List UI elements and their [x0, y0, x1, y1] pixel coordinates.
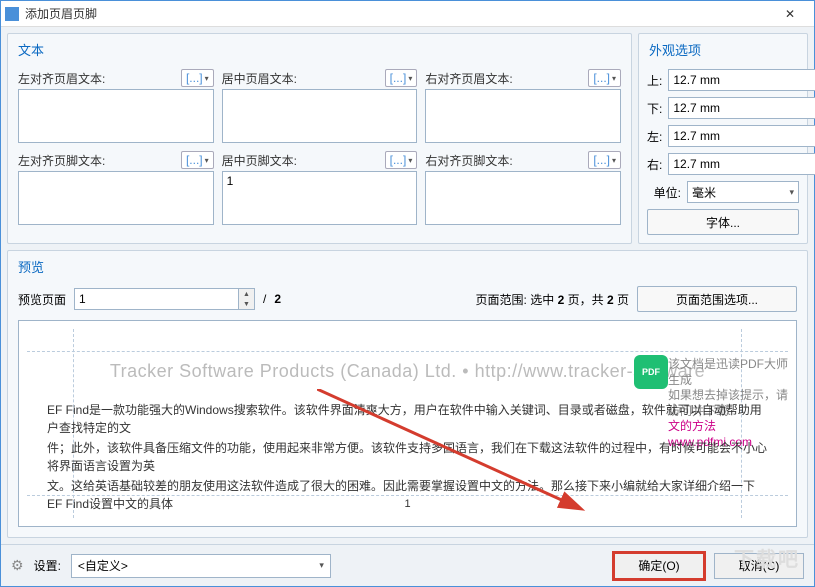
label-header-right: 右对齐页眉文本:	[425, 70, 512, 87]
input-margin-right[interactable]	[668, 153, 815, 175]
label-footer-center: 居中页脚文本:	[222, 152, 297, 169]
text-panel: 文本 左对齐页眉文本: [...]▾ 居中页眉文本: [...]▾	[7, 33, 632, 244]
preview-page: Tracker Software Products (Canada) Ltd. …	[27, 329, 788, 518]
input-margin-top[interactable]	[668, 69, 815, 91]
macro-btn-footer-left[interactable]: [...]▾	[181, 151, 214, 169]
appearance-panel: 外观选项 上: ▲▼ 下: ▲▼	[638, 33, 808, 244]
chevron-down-icon: ▾	[612, 156, 616, 165]
dialog-footer: ⚙ 设置: <自定义> ▾ 确定(O) 取消(C)	[1, 544, 814, 586]
page-range-options-button[interactable]: 页面范围选项...	[637, 286, 797, 312]
window-title: 添加页眉页脚	[25, 5, 770, 22]
macro-btn-header-right[interactable]: [...]▾	[588, 69, 621, 87]
input-footer-right[interactable]	[425, 171, 621, 225]
preview-header: 预览	[8, 251, 807, 282]
dialog-body: 文本 左对齐页眉文本: [...]▾ 居中页眉文本: [...]▾	[1, 27, 814, 544]
unit-select[interactable]: 毫米 ▾	[687, 181, 799, 203]
text-panel-body: 左对齐页眉文本: [...]▾ 居中页眉文本: [...]▾	[8, 65, 631, 235]
site-watermark: 下载吧	[734, 543, 800, 572]
appearance-body: 上: ▲▼ 下: ▲▼ 左:	[639, 65, 807, 243]
spin-margin-bottom[interactable]: ▲▼	[668, 97, 815, 119]
text-panel-header: 文本	[8, 34, 631, 65]
page-range-text: 页面范围: 选中 2 页，共 2 页	[476, 291, 629, 308]
label-header-center: 居中页眉文本:	[222, 70, 297, 87]
input-header-center[interactable]	[222, 89, 418, 143]
bracket-icon: [...]	[186, 71, 203, 85]
chevron-down-icon: ▾	[319, 560, 324, 571]
bracket-icon: [...]	[390, 153, 407, 167]
preview-panel: 预览 预览页面 ▲▼ / 2 页面范围: 选中 2 页，共 2 页	[7, 250, 808, 538]
label-margin-top: 上:	[647, 72, 662, 89]
ok-button[interactable]: 确定(O)	[614, 553, 704, 579]
bracket-icon: [...]	[593, 71, 610, 85]
margin-left-row: 左: ▲▼	[647, 125, 799, 147]
macro-btn-footer-center[interactable]: [...]▾	[385, 151, 418, 169]
field-header-left: 左对齐页眉文本: [...]▾	[18, 69, 214, 143]
unit-row: 单位: 毫米 ▾	[647, 181, 799, 203]
input-header-left[interactable]	[18, 89, 214, 143]
dialog-window: 添加页眉页脚 ✕ 文本 左对齐页眉文本: [...]▾	[0, 0, 815, 587]
spin-up-icon[interactable]: ▲	[239, 289, 254, 299]
label-header-left: 左对齐页眉文本:	[18, 70, 105, 87]
chevron-down-icon: ▾	[789, 187, 794, 198]
bracket-icon: [...]	[593, 153, 610, 167]
margin-top-row: 上: ▲▼	[647, 69, 799, 91]
guide-line	[27, 351, 788, 352]
input-footer-left[interactable]	[18, 171, 214, 225]
preset-select[interactable]: <自定义> ▾	[71, 554, 331, 578]
label-margin-right: 右:	[647, 156, 662, 173]
spin-margin-top[interactable]: ▲▼	[668, 69, 815, 91]
app-icon	[5, 7, 19, 21]
unit-value: 毫米	[692, 184, 716, 201]
page-sep: /	[263, 292, 266, 306]
page-number: 1	[27, 498, 788, 510]
settings-label: 设置:	[34, 557, 61, 574]
titlebar: 添加页眉页脚 ✕	[1, 1, 814, 27]
field-footer-right: 右对齐页脚文本: [...]▾	[425, 151, 621, 225]
input-margin-left[interactable]	[668, 125, 815, 147]
chevron-down-icon: ▾	[408, 74, 412, 83]
font-button[interactable]: 字体...	[647, 209, 799, 235]
page-total: 2	[274, 292, 281, 306]
preview-controls: 预览页面 ▲▼ / 2 页面范围: 选中 2 页，共 2 页 页面范围选项...	[8, 282, 807, 316]
pdf-badge-icon: PDF	[634, 355, 668, 389]
chevron-down-icon: ▾	[205, 74, 209, 83]
spin-margin-left[interactable]: ▲▼	[668, 125, 815, 147]
input-header-right[interactable]	[425, 89, 621, 143]
label-footer-left: 左对齐页脚文本:	[18, 152, 105, 169]
preview-area[interactable]: Tracker Software Products (Canada) Ltd. …	[18, 320, 797, 527]
appearance-header: 外观选项	[639, 34, 807, 65]
macro-btn-header-center[interactable]: [...]▾	[385, 69, 418, 87]
top-row: 文本 左对齐页眉文本: [...]▾ 居中页眉文本: [...]▾	[7, 33, 808, 244]
field-header-right: 右对齐页眉文本: [...]▾	[425, 69, 621, 143]
label-margin-left: 左:	[647, 128, 662, 145]
field-footer-left: 左对齐页脚文本: [...]▾	[18, 151, 214, 225]
macro-btn-footer-right[interactable]: [...]▾	[588, 151, 621, 169]
close-icon: ✕	[785, 7, 795, 21]
field-header-center: 居中页眉文本: [...]▾	[222, 69, 418, 143]
input-footer-center[interactable]: 1	[222, 171, 418, 225]
label-footer-right: 右对齐页脚文本:	[425, 152, 512, 169]
spin-down-icon[interactable]: ▼	[239, 299, 254, 309]
margin-right-row: 右: ▲▼	[647, 153, 799, 175]
input-margin-bottom[interactable]	[668, 97, 815, 119]
bracket-icon: [...]	[186, 153, 203, 167]
close-button[interactable]: ✕	[770, 2, 810, 26]
macro-btn-header-left[interactable]: [...]▾	[181, 69, 214, 87]
label-unit: 单位:	[647, 184, 681, 201]
chevron-down-icon: ▾	[408, 156, 412, 165]
preview-page-input[interactable]	[74, 288, 239, 310]
chevron-down-icon: ▾	[205, 156, 209, 165]
chevron-down-icon: ▾	[612, 74, 616, 83]
preview-page-spin[interactable]: ▲▼	[74, 288, 255, 310]
margin-bottom-row: 下: ▲▼	[647, 97, 799, 119]
field-footer-center: 居中页脚文本: [...]▾ 1	[222, 151, 418, 225]
preview-page-label: 预览页面	[18, 291, 66, 308]
spin-margin-right[interactable]: ▲▼	[668, 153, 815, 175]
gear-icon[interactable]: ⚙	[11, 557, 24, 574]
preset-value: <自定义>	[78, 557, 128, 574]
label-margin-bottom: 下:	[647, 100, 662, 117]
bracket-icon: [...]	[390, 71, 407, 85]
